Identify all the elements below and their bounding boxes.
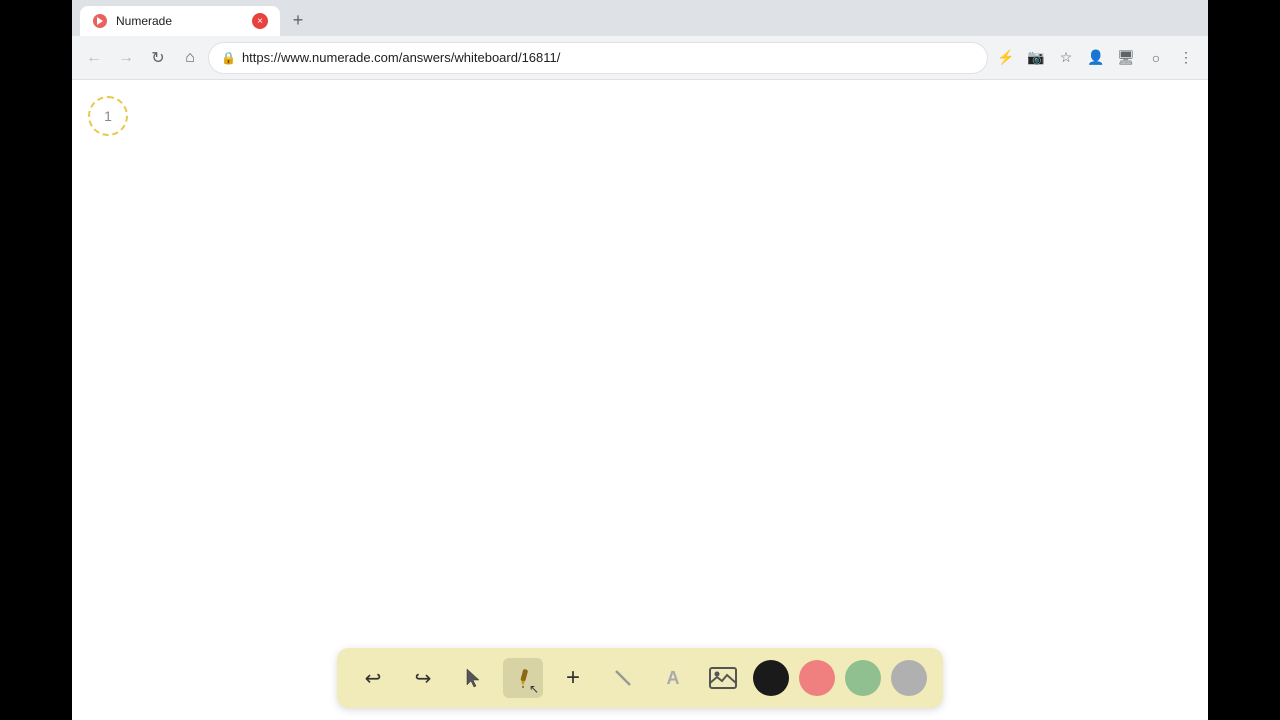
tab-title: Numerade [116, 14, 244, 28]
select-icon [462, 667, 484, 689]
undo-icon: ↩ [365, 666, 382, 691]
cast-button[interactable]: 🖥 [1112, 44, 1140, 72]
active-tab[interactable]: Numerade × [80, 6, 280, 36]
redo-icon: ↪ [415, 666, 432, 691]
text-tool-button[interactable]: A [653, 658, 693, 698]
account-button[interactable]: 👤 [1082, 44, 1110, 72]
eraser-button[interactable] [603, 658, 643, 698]
drawing-toolbar: ↩ ↪ ↖ + [337, 648, 943, 708]
lock-icon: 🔒 [221, 51, 236, 65]
color-black[interactable] [753, 660, 789, 696]
bookmark-button[interactable]: ☆ [1052, 44, 1080, 72]
browser-window: Numerade × + ← → ↻ ⌂ 🔒 https://www.numer… [72, 0, 1208, 720]
address-bar: ← → ↻ ⌂ 🔒 https://www.numerade.com/answe… [72, 36, 1208, 80]
forward-icon: → [118, 49, 134, 67]
add-icon: + [566, 664, 580, 692]
home-button[interactable]: ⌂ [176, 44, 204, 72]
text-icon: A [667, 668, 680, 689]
address-text: https://www.numerade.com/answers/whitebo… [242, 50, 975, 65]
menu-button[interactable]: ⋮ [1172, 44, 1200, 72]
refresh-icon: ↻ [151, 48, 164, 68]
page-number: 1 [104, 108, 112, 124]
address-input[interactable]: 🔒 https://www.numerade.com/answers/white… [208, 42, 988, 74]
refresh-button[interactable]: ↻ [144, 44, 172, 72]
back-button[interactable]: ← [80, 44, 108, 72]
browser-toolbar-icons: ⚡ 📷 ☆ 👤 🖥 ○ ⋮ [992, 44, 1200, 72]
new-tab-button[interactable]: + [284, 6, 312, 34]
back-icon: ← [86, 49, 102, 67]
home-icon: ⌂ [185, 49, 195, 67]
pen-tool-button[interactable]: ↖ [503, 658, 543, 698]
add-button[interactable]: + [553, 658, 593, 698]
redo-button[interactable]: ↪ [403, 658, 443, 698]
image-icon [709, 666, 737, 690]
color-green[interactable] [845, 660, 881, 696]
page-indicator: 1 [88, 96, 128, 136]
profile-button[interactable]: ○ [1142, 44, 1170, 72]
color-pink[interactable] [799, 660, 835, 696]
select-tool-button[interactable] [453, 658, 493, 698]
extensions-button[interactable]: ⚡ [992, 44, 1020, 72]
pen-icon [512, 667, 534, 689]
tab-close-button[interactable]: × [252, 13, 268, 29]
color-gray[interactable] [891, 660, 927, 696]
whiteboard-canvas[interactable]: 1 ↩ ↪ ↖ [72, 80, 1208, 720]
undo-button[interactable]: ↩ [353, 658, 393, 698]
eraser-icon [612, 667, 634, 689]
camera-button[interactable]: 📷 [1022, 44, 1050, 72]
forward-button[interactable]: → [112, 44, 140, 72]
tab-bar: Numerade × + [72, 0, 1208, 36]
tab-favicon [92, 13, 108, 29]
image-button[interactable] [703, 658, 743, 698]
